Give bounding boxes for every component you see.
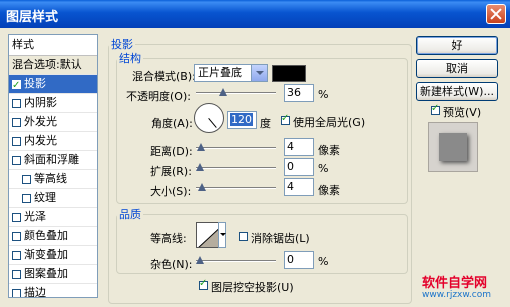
chevron-down-icon — [251, 65, 267, 81]
style-checkbox[interactable] — [12, 77, 21, 95]
noise-slider-track[interactable] — [196, 260, 276, 262]
preview-label: 预览(V) — [443, 106, 482, 119]
style-checkbox[interactable] — [22, 174, 31, 184]
watermark-text: 软件自学网 — [422, 276, 488, 291]
style-preview — [428, 122, 478, 172]
ok-button[interactable]: 好 — [416, 36, 498, 55]
angle-input[interactable]: 120 — [227, 111, 257, 129]
size-input[interactable]: 4 — [284, 178, 314, 196]
structure-title: 结构 — [119, 52, 141, 65]
knockout-checkbox[interactable] — [199, 278, 208, 290]
contour-dropdown-button[interactable] — [218, 222, 226, 248]
style-list-item-label: 内阴影 — [24, 96, 57, 109]
style-list-item-label: 图案叠加 — [24, 267, 68, 280]
size-label: 大小(S): — [150, 185, 192, 198]
shadow-color-swatch[interactable] — [272, 65, 306, 82]
global-light-checkbox[interactable] — [281, 113, 290, 125]
style-list-item[interactable]: 混合选项:默认 — [9, 56, 97, 75]
global-light-label: 使用全局光(G) — [293, 116, 366, 129]
style-list-item-label: 投影 — [24, 77, 46, 90]
style-list-item[interactable]: 内阴影 — [9, 94, 97, 113]
distance-slider-thumb[interactable] — [197, 143, 205, 152]
knockout-label: 图层挖空投影(U) — [211, 281, 294, 294]
distance-label: 距离(D): — [150, 145, 193, 158]
spread-slider-track[interactable] — [196, 167, 276, 169]
close-button[interactable] — [486, 4, 506, 24]
opacity-label: 不透明度(O): — [126, 90, 191, 103]
style-checkbox[interactable] — [12, 98, 21, 108]
style-list-item-label: 斜面和浮雕 — [24, 153, 79, 166]
style-checkbox[interactable] — [22, 193, 31, 203]
style-list-item[interactable]: 描边 — [9, 284, 97, 298]
spread-unit: % — [318, 162, 329, 175]
style-checkbox[interactable] — [12, 117, 21, 127]
opacity-input[interactable]: 36 — [284, 84, 314, 102]
style-list-item-label: 等高线 — [34, 172, 67, 185]
blend-mode-value: 正片叠底 — [198, 66, 242, 79]
style-list-item-label: 纹理 — [34, 191, 56, 204]
contour-label: 等高线: — [150, 232, 187, 245]
style-checkbox[interactable] — [12, 136, 21, 146]
style-checkbox[interactable] — [12, 250, 21, 260]
style-list-item-label: 内发光 — [24, 134, 57, 147]
spread-label: 扩展(R): — [150, 165, 192, 178]
noise-slider-thumb[interactable] — [196, 256, 204, 265]
blend-mode-label: 混合模式(B): — [132, 70, 196, 83]
style-list-header: 样式 — [9, 35, 97, 56]
anti-alias-checkbox[interactable] — [239, 232, 248, 241]
style-list-item[interactable]: 内发光 — [9, 132, 97, 151]
opacity-unit: % — [318, 88, 329, 101]
style-checkbox[interactable] — [12, 155, 21, 165]
style-list: 样式 混合选项:默认投影内阴影外发光内发光斜面和浮雕等高线纹理光泽颜色叠加渐变叠… — [8, 34, 98, 298]
new-style-button[interactable]: 新建样式(W)... — [416, 82, 498, 101]
noise-unit: % — [318, 255, 329, 268]
angle-dial[interactable] — [194, 103, 224, 133]
style-checkbox[interactable] — [12, 231, 21, 241]
style-list-item-label: 混合选项:默认 — [12, 58, 82, 71]
distance-slider-track[interactable] — [196, 147, 276, 149]
angle-unit: 度 — [260, 117, 271, 130]
distance-unit: 像素 — [318, 144, 340, 157]
style-list-item[interactable]: 外发光 — [9, 113, 97, 132]
noise-input[interactable]: 0 — [284, 251, 314, 269]
preview-swatch — [439, 133, 467, 161]
quality-title: 品质 — [119, 208, 141, 221]
watermark-logo: 软件自学网 www.rjzxw.com — [420, 272, 508, 304]
style-list-item[interactable]: 斜面和浮雕 — [9, 151, 97, 170]
style-list-item[interactable]: 光泽 — [9, 208, 97, 227]
style-list-item[interactable]: 等高线 — [9, 170, 97, 189]
style-list-item[interactable]: 颜色叠加 — [9, 227, 97, 246]
blend-mode-select[interactable]: 正片叠底 — [194, 64, 268, 82]
style-list-item[interactable]: 图案叠加 — [9, 265, 97, 284]
spread-slider-thumb[interactable] — [196, 163, 204, 172]
style-list-item[interactable]: 渐变叠加 — [9, 246, 97, 265]
noise-label: 杂色(N): — [150, 258, 193, 271]
style-checkbox[interactable] — [12, 269, 21, 279]
style-list-items: 混合选项:默认投影内阴影外发光内发光斜面和浮雕等高线纹理光泽颜色叠加渐变叠加图案… — [9, 56, 97, 298]
opacity-slider-thumb[interactable] — [219, 88, 227, 97]
size-slider-thumb[interactable] — [198, 183, 206, 192]
style-list-item-label: 颜色叠加 — [24, 229, 68, 242]
style-list-item[interactable]: 投影 — [9, 75, 97, 95]
style-checkbox[interactable] — [12, 212, 21, 222]
angle-needle — [208, 118, 217, 128]
size-slider-track[interactable] — [196, 187, 276, 189]
cancel-button[interactable]: 取消 — [416, 59, 498, 78]
size-unit: 像素 — [318, 184, 340, 197]
style-list-item-label: 外发光 — [24, 115, 57, 128]
watermark-url: www.rjzxw.com — [422, 290, 491, 300]
style-list-item[interactable]: 纹理 — [9, 189, 97, 208]
preview-checkbox[interactable] — [431, 103, 440, 115]
style-checkbox[interactable] — [12, 288, 21, 297]
style-list-item-label: 光泽 — [24, 210, 46, 223]
angle-label: 角度(A): — [151, 117, 193, 130]
anti-alias-label: 消除锯齿(L) — [251, 232, 310, 245]
opacity-slider-track[interactable] — [196, 92, 276, 94]
spread-input[interactable]: 0 — [284, 158, 314, 176]
title-bar: 图层样式 — [0, 0, 510, 28]
style-list-item-label: 渐变叠加 — [24, 248, 68, 261]
window-title: 图层样式 — [6, 10, 59, 25]
style-list-item-label: 描边 — [24, 286, 46, 298]
distance-input[interactable]: 4 — [284, 138, 314, 156]
